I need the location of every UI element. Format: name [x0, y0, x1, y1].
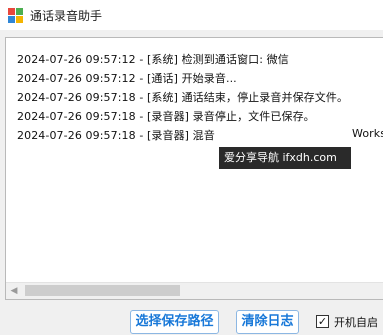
- log-line: 2024-07-26 09:57:12 - [系统] 检测到通话窗口: 微信: [17, 53, 289, 66]
- scroll-left-icon[interactable]: ◀: [6, 283, 22, 299]
- log-line: 2024-07-26 09:57:18 - [录音器] 混音: [17, 129, 215, 142]
- log-line: 2024-07-26 09:57:18 - [录音器] 录音停止，文件已保存。: [17, 110, 315, 123]
- watermark-overlay: 爱分享导航 ifxdh.com: [219, 147, 351, 169]
- select-save-path-button[interactable]: 选择保存路径: [130, 310, 219, 334]
- scrollbar-thumb[interactable]: [25, 285, 180, 296]
- log-line-tail: Works: [352, 127, 383, 140]
- main-panel: 2024-07-26 09:57:12 - [系统] 检测到通话窗口: 微信 2…: [0, 30, 383, 335]
- clear-log-button[interactable]: 清除日志: [236, 310, 299, 334]
- log-line: 2024-07-26 09:57:18 - [系统] 通话结束，停止录音并保存文…: [17, 91, 349, 104]
- horizontal-scrollbar[interactable]: ◀: [6, 282, 383, 299]
- title-bar: 通话录音助手: [0, 0, 383, 30]
- app-logo-icon: [8, 8, 23, 23]
- log-line: 2024-07-26 09:57:12 - [通话] 开始录音...: [17, 72, 237, 85]
- window-title: 通话录音助手: [30, 9, 103, 23]
- autostart-checkbox[interactable]: ✓: [316, 315, 329, 328]
- autostart-label: 开机自启: [334, 316, 378, 329]
